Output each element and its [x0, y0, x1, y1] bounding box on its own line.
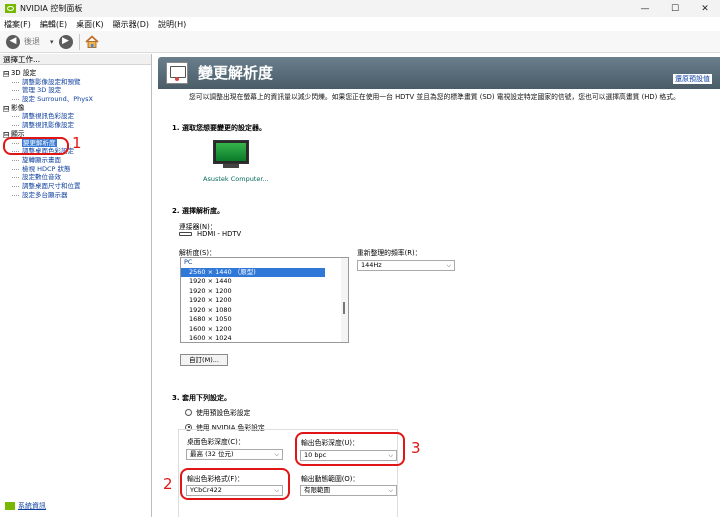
annotation-number-3: 3: [411, 439, 421, 457]
task-hdcp-status[interactable]: 檢視 HDCP 狀態: [0, 165, 151, 174]
desktop-color-depth-select[interactable]: 最高 (32 位元) ⌵: [186, 449, 283, 460]
task-header: 選擇工作...: [0, 54, 151, 65]
menu-desktop[interactable]: 桌面(K): [76, 19, 104, 30]
desktop-color-depth-value: 最高 (32 位元): [190, 450, 234, 458]
task-video-color[interactable]: 調整視訊色彩設定: [0, 112, 151, 121]
task-label: 調整桌面尺寸和位置: [22, 181, 81, 190]
output-dynamic-range-value: 有限範圍: [304, 486, 330, 494]
hdmi-connector-icon: [179, 232, 192, 236]
task-manage-3d[interactable]: 管理 3D 設定: [0, 86, 151, 95]
system-info-icon: [5, 502, 15, 510]
annotation-number-1: 1: [72, 134, 82, 152]
annotation-circle-3: [295, 432, 405, 466]
task-label: 設定多台顯示器: [22, 190, 68, 199]
chevron-down-icon: ⌵: [274, 451, 279, 458]
radio-label: 使用預設色彩設定: [196, 409, 251, 417]
forward-arrow-icon[interactable]: ▶: [58, 34, 73, 49]
toolbar-divider: [78, 33, 80, 50]
task-tree: ⊟ 3D 設定 調整影像設定和預覽 管理 3D 設定 設定 Surround、Ph…: [0, 65, 151, 199]
task-digital-audio[interactable]: 設定數位音效: [0, 173, 151, 182]
task-surround-physx[interactable]: 設定 Surround、PhysX: [0, 95, 151, 104]
task-label: 檢視 HDCP 狀態: [22, 164, 71, 173]
annotation-circle-2: [180, 468, 290, 500]
task-label: 設定數位音效: [22, 173, 61, 182]
task-rotate-display[interactable]: 旋轉顯示畫面: [0, 156, 151, 165]
task-multiple-displays[interactable]: 設定多台顯示器: [0, 191, 151, 200]
category-label: 3D 設定: [11, 69, 37, 77]
menu-help[interactable]: 說明(H): [158, 19, 186, 30]
task-label: 調整視訊色彩設定: [22, 112, 74, 121]
chevron-down-icon: ⌵: [388, 487, 393, 494]
category-label: 影像: [11, 103, 25, 112]
resolution-label: 解析度(S)：: [179, 249, 216, 257]
window-title: NVIDIA 控制面板: [20, 4, 83, 13]
nvidia-logo-icon: [5, 4, 16, 13]
main-content: 變更解析度 還原預設值 您可以調整出現在螢幕上的資訊量以減少閃爍。如果您正在使用…: [153, 54, 720, 517]
list-item[interactable]: 1680 × 1050: [181, 315, 348, 325]
list-item[interactable]: 1600 × 1200: [181, 325, 348, 335]
title-bar: NVIDIA 控制面板 — ☐ ✕: [0, 0, 720, 17]
radio-default-color[interactable]: 使用預設色彩設定: [185, 407, 250, 417]
output-dynamic-range-label: 輸出動態範圍(O)：: [301, 475, 360, 483]
radio-button[interactable]: [185, 408, 192, 416]
home-icon[interactable]: [84, 34, 100, 50]
annotation-number-2: 2: [163, 475, 173, 493]
menu-file[interactable]: 檔案(F): [4, 19, 31, 30]
connector-value: HDMI - HDTV: [197, 230, 242, 238]
toolbar: ◀ 後退 ▾ ▶: [0, 31, 720, 53]
resolution-page-icon: [166, 62, 188, 84]
list-item[interactable]: 1600 × 1024: [181, 334, 348, 342]
collapse-icon[interactable]: ⊟: [3, 71, 9, 77]
section-3-title: 3. 套用下列設定。: [172, 394, 231, 402]
list-item[interactable]: 1920 × 1200: [181, 287, 348, 297]
task-label: 調整視訊影像設定: [22, 121, 74, 130]
refresh-rate-label: 重新整理的頻率(R)：: [357, 249, 422, 257]
list-scrollbar[interactable]: [341, 258, 348, 342]
annotation-circle-1: [3, 137, 69, 155]
section-1-title: 1. 選取您想要變更的設定器。: [172, 124, 266, 132]
back-button-label[interactable]: 後退: [24, 36, 40, 47]
list-item[interactable]: 1920 × 1080: [181, 306, 348, 316]
window-controls: — ☐ ✕: [630, 0, 720, 17]
list-item[interactable]: 2560 × 1440 （原型): [181, 267, 325, 277]
desktop-color-depth-label: 桌面色彩深度(C)：: [187, 438, 245, 446]
minimize-button[interactable]: —: [630, 0, 660, 17]
chevron-down-icon: ⌵: [446, 262, 451, 269]
close-button[interactable]: ✕: [690, 0, 720, 17]
menu-bar: 檔案(F) 編輯(E) 桌面(K) 顯示器(D) 說明(H): [0, 17, 720, 31]
history-dropdown-icon[interactable]: ▾: [50, 38, 54, 46]
task-video-image[interactable]: 調整視訊影像設定: [0, 121, 151, 130]
task-desktop-size[interactable]: 調整桌面尺寸和位置: [0, 182, 151, 191]
monitor-icon[interactable]: [213, 140, 249, 168]
page-title: 變更解析度: [198, 64, 274, 82]
task-label: 管理 3D 設定: [22, 86, 62, 95]
system-info-row: 系統資訊: [5, 501, 46, 511]
refresh-rate-value: 144Hz: [361, 261, 382, 269]
output-dynamic-range-select[interactable]: 有限範圍 ⌵: [300, 485, 397, 496]
task-label: 調整影像設定和預覽: [22, 77, 81, 86]
monitor-label[interactable]: Asustek Computer...: [203, 175, 269, 183]
list-item[interactable]: 1920 × 1440: [181, 277, 348, 287]
menu-display[interactable]: 顯示器(D): [113, 19, 149, 30]
custom-button[interactable]: 自訂(M)...: [180, 354, 228, 366]
task-label: 設定 Surround、PhysX: [22, 95, 93, 104]
resolution-list[interactable]: PC 2560 × 1440 （原型) 1920 × 1440 1920 × 1…: [180, 257, 349, 343]
menu-edit[interactable]: 編輯(E): [40, 19, 67, 30]
task-sidebar: 選擇工作... ⊟ 3D 設定 調整影像設定和預覽 管理 3D 設定 設定 Sur…: [0, 54, 152, 517]
restore-defaults-link[interactable]: 還原預設值: [673, 74, 712, 84]
list-item[interactable]: 1920 × 1200: [181, 296, 348, 306]
page-header: 變更解析度: [158, 57, 720, 89]
scrollbar-thumb[interactable]: [343, 302, 345, 314]
back-arrow-icon[interactable]: ◀: [6, 34, 20, 49]
task-label: 旋轉顯示畫面: [22, 155, 61, 164]
section-2-title: 2. 選擇解析度。: [172, 207, 224, 215]
maximize-button[interactable]: ☐: [660, 0, 690, 17]
category-3d-settings[interactable]: ⊟ 3D 設定: [0, 69, 151, 78]
list-category: PC: [184, 258, 193, 266]
refresh-rate-select[interactable]: 144Hz ⌵: [357, 260, 455, 271]
system-info-link[interactable]: 系統資訊: [18, 501, 46, 511]
collapse-icon[interactable]: ⊟: [3, 105, 9, 112]
page-description: 您可以調整出現在螢幕上的資訊量以減少閃爍。如果您正在使用一台 HDTV 並且為您…: [189, 93, 680, 101]
